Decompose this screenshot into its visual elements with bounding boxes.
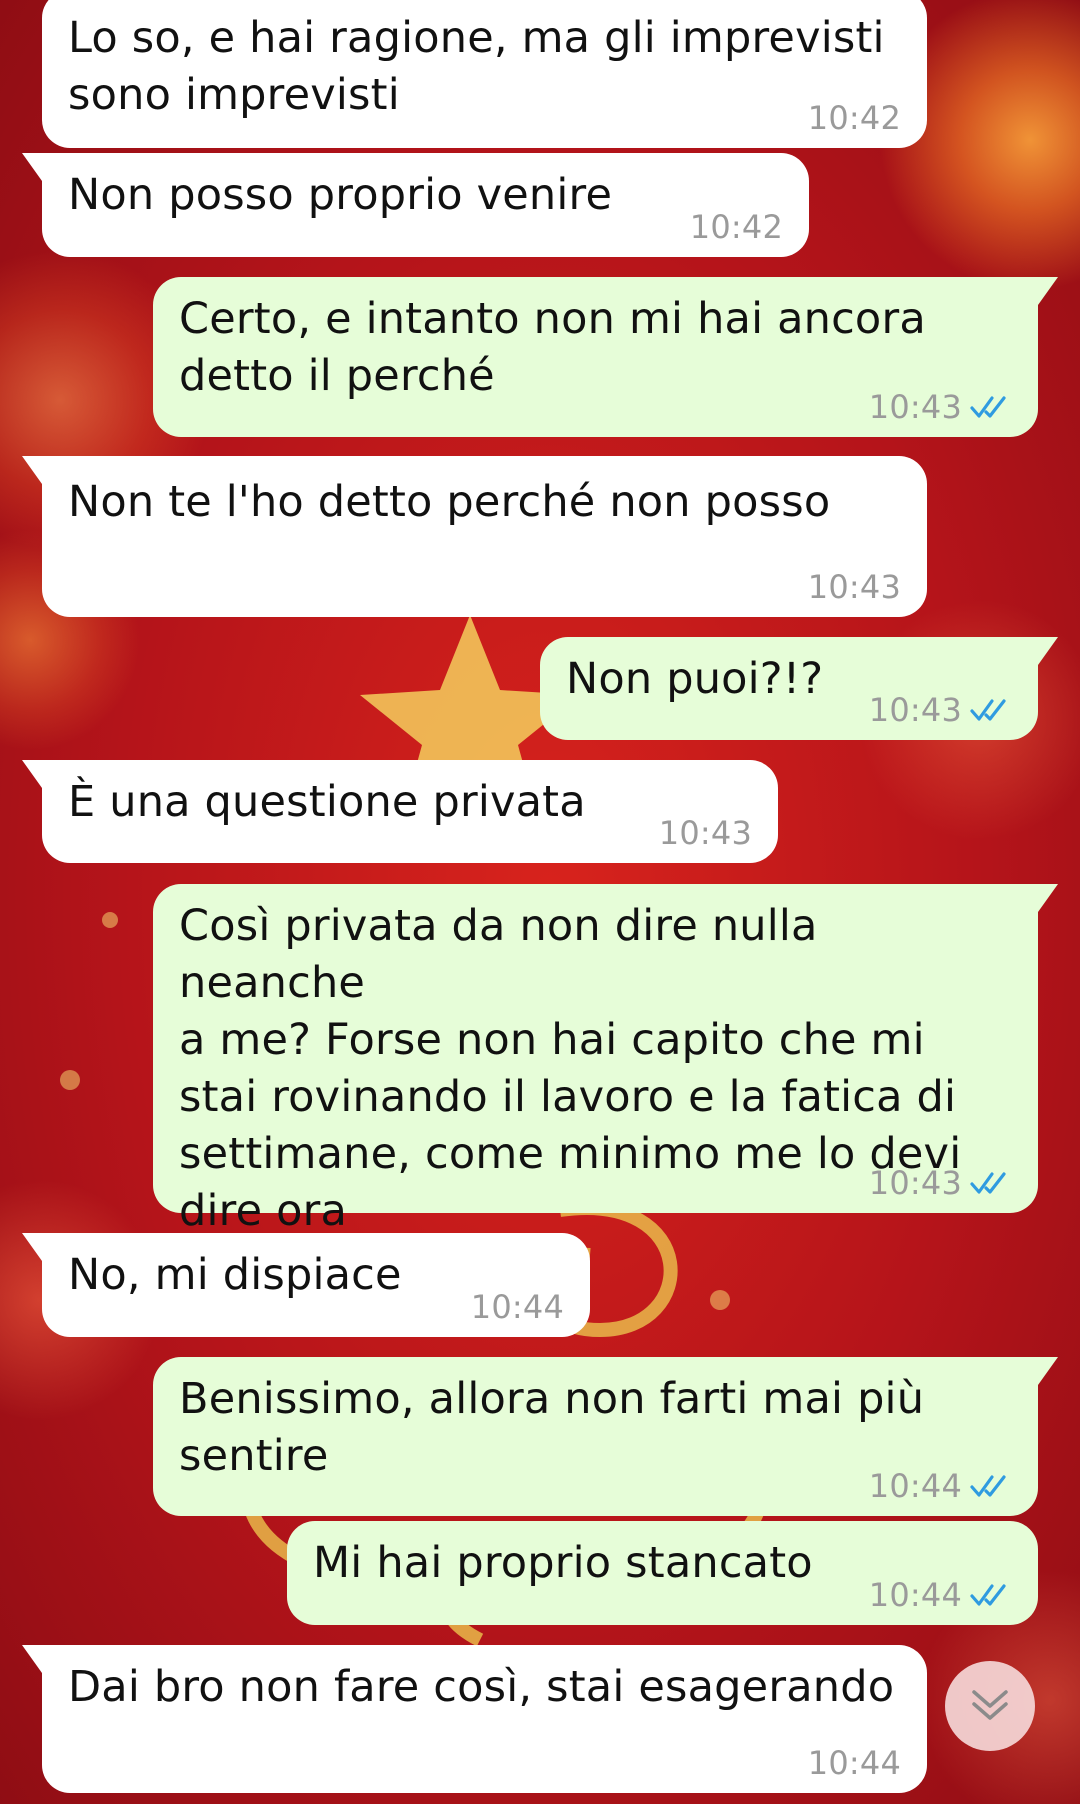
incoming-message[interactable]: È una questione privata 10:43 [22, 760, 778, 863]
incoming-message[interactable]: Non te l'ho detto perché non posso 10:43 [22, 456, 927, 617]
outgoing-message[interactable]: Non puoi?!? 10:43 [540, 637, 1058, 740]
message-meta: 10:43 [869, 690, 1012, 730]
message-text: Non posso proprio venire [68, 170, 613, 220]
message-text: Non te l'ho detto perché non posso [68, 477, 831, 527]
incoming-message[interactable]: Non posso proprio venire 10:42 [22, 153, 809, 257]
message-meta: 10:43 [869, 1163, 1012, 1203]
double-check-icon [970, 1475, 1006, 1497]
double-check-icon [970, 396, 1006, 418]
double-check-icon [970, 1172, 1006, 1194]
message-meta: 10:43 [808, 567, 901, 607]
double-check-icon [970, 699, 1006, 721]
incoming-message[interactable]: No, mi dispiace 10:44 [22, 1233, 590, 1337]
message-timestamp: 10:43 [868, 388, 962, 426]
message-timestamp: 10:44 [868, 1576, 962, 1614]
message-timestamp: 10:44 [868, 1467, 962, 1505]
outgoing-message[interactable]: Mi hai proprio stancato 10:44 [287, 1521, 1038, 1625]
incoming-message[interactable]: Lo so, e hai ragione, ma gli imprevisti … [42, 0, 927, 148]
message-timestamp: 10:43 [658, 814, 752, 852]
message-text: È una questione privata [68, 777, 586, 827]
message-meta: 10:44 [808, 1743, 901, 1783]
message-text: Lo so, e hai ragione, ma gli imprevisti … [68, 13, 885, 120]
outgoing-message[interactable]: Certo, e intanto non mi hai ancora detto… [153, 277, 1058, 437]
message-meta: 10:42 [690, 207, 783, 247]
message-timestamp: 10:43 [868, 1164, 962, 1202]
double-check-icon [970, 1584, 1006, 1606]
message-meta: 10:44 [471, 1287, 564, 1327]
outgoing-message[interactable]: Benissimo, allora non farti mai più sent… [153, 1357, 1058, 1516]
message-timestamp: 10:42 [689, 208, 783, 246]
message-meta: 10:43 [869, 387, 1012, 427]
message-meta: 10:43 [659, 813, 752, 853]
message-meta: 10:42 [808, 98, 901, 138]
message-timestamp: 10:44 [470, 1288, 564, 1326]
message-timestamp: 10:43 [807, 568, 901, 606]
message-text: Dai bro non fare così, stai esagerando [68, 1662, 895, 1712]
double-chevron-down-icon [972, 1690, 1008, 1720]
message-meta: 10:44 [869, 1575, 1012, 1615]
message-timestamp: 10:44 [807, 1744, 901, 1782]
incoming-message[interactable]: Dai bro non fare così, stai esagerando 10… [22, 1645, 927, 1793]
message-timestamp: 10:43 [868, 691, 962, 729]
message-timestamp: 10:42 [807, 99, 901, 137]
outgoing-message[interactable]: Così privata da non dire nulla neanche a… [153, 884, 1058, 1236]
message-meta: 10:44 [869, 1466, 1012, 1506]
scroll-to-bottom-button[interactable] [945, 1661, 1035, 1751]
